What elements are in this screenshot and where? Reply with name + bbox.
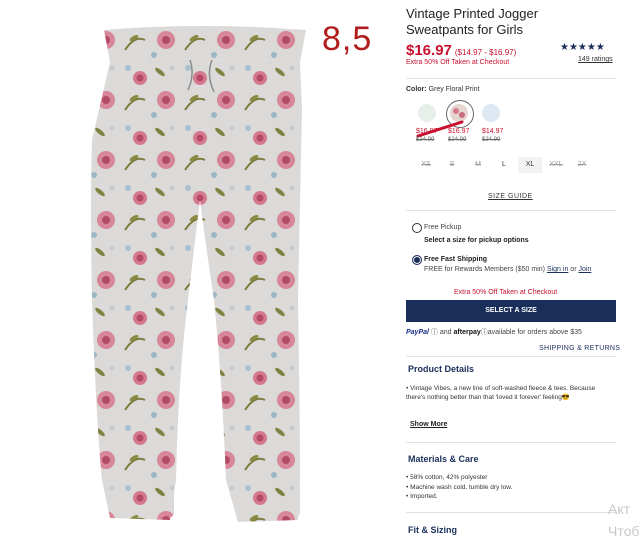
details-bullet: • Vintage Vibes, a new line of soft-wash… (406, 384, 606, 402)
size-selector: XS S M L XL XXL 2X (414, 157, 594, 173)
size-s[interactable]: S (440, 157, 464, 173)
payment-options: PayPal ⓘ and afterpayⓘavailable for orde… (406, 327, 582, 337)
divider (406, 442, 616, 443)
materials-item: • Imported. (406, 493, 438, 500)
info-icon[interactable]: ⓘ (481, 329, 488, 336)
swatch-2-old-price: $24.99 (448, 137, 467, 143)
divider (406, 512, 616, 513)
shipping-returns-link[interactable]: SHIPPING & RETURNS (539, 345, 620, 352)
info-icon[interactable]: ⓘ (431, 329, 438, 336)
rewards-text: FREE for Rewards Members ($50 min) (424, 266, 545, 273)
paypal-logo: PayPal (406, 329, 429, 336)
watermark-line-1: Акт (608, 501, 631, 517)
price-row: $16.97 ($14.97 - $16.97) (406, 42, 516, 60)
overlay-number: 8,5 (322, 20, 373, 58)
fast-shipping-radio[interactable] (412, 255, 422, 265)
size-xl[interactable]: XL (518, 157, 542, 173)
payment-available-text: available for orders above $35 (487, 329, 582, 336)
price-range: ($14.97 - $16.97) (454, 48, 517, 57)
swatch-2-price: $16.97 (448, 128, 470, 135)
title-line-1: Vintage Printed Jogger (406, 6, 539, 21)
size-2x[interactable]: 2X (570, 157, 594, 173)
pickup-radio[interactable] (412, 223, 422, 233)
size-m[interactable]: M (466, 157, 490, 173)
fit-sizing-heading[interactable]: Fit & Sizing (408, 525, 457, 535)
or-text: or (570, 266, 577, 273)
fast-shipping-label: Free Fast Shipping (424, 256, 488, 263)
product-image[interactable]: 8,5 (0, 0, 398, 542)
pickup-label: Free Pickup (424, 224, 462, 231)
watermark-line-2: Чтоб (608, 523, 640, 539)
materials-item-3: Imported. (410, 493, 438, 500)
promo-text: Extra 50% Off Taken at Checkout (406, 59, 510, 66)
pickup-subtext: Select a size for pickup options (424, 237, 529, 244)
materials-item-1: 58% cotton, 42% polyester (410, 474, 488, 481)
materials-item: • 58% cotton, 42% polyester (406, 474, 488, 481)
join-link[interactable]: Join (578, 266, 591, 273)
color-label: Color: Grey Floral Print (406, 86, 480, 93)
swatch-3-price: $14.97 (482, 128, 504, 135)
swatch-1-old-price: $24.99 (416, 137, 435, 143)
sunglasses-emoji-icon: 😎 (561, 394, 570, 401)
ratings-link[interactable]: 149 ratings (578, 56, 613, 63)
product-title: Vintage Printed Jogger Sweatpants for Gi… (406, 6, 576, 38)
size-guide-link[interactable]: SIZE GUIDE (488, 193, 533, 200)
title-line-2: Sweatpants for Girls (406, 22, 524, 37)
swatch-1-price: $16.97 (416, 128, 438, 135)
divider (406, 356, 616, 357)
activation-watermark: Акт Чтоб (608, 498, 639, 542)
materials-item-2: Machine wash cold, tumble dry low. (410, 484, 513, 491)
sign-in-link[interactable]: Sign in (547, 266, 568, 273)
materials-heading[interactable]: Materials & Care (408, 454, 479, 464)
materials-item: • Machine wash cold, tumble dry low. (406, 484, 513, 491)
color-label-value: Grey Floral Print (428, 86, 480, 93)
size-l[interactable]: L (492, 157, 516, 173)
swatch-3[interactable] (482, 104, 500, 122)
show-more-link[interactable]: Show More (410, 421, 447, 428)
size-xs[interactable]: XS (414, 157, 438, 173)
product-details-heading[interactable]: Product Details (408, 364, 474, 374)
star-rating[interactable]: ★★★★★ (560, 42, 605, 53)
sale-price: $16.97 (406, 42, 452, 59)
size-xxl[interactable]: XXL (544, 157, 568, 173)
swatch-3-old-price: $24.99 (482, 137, 501, 143)
select-size-button[interactable]: SELECT A SIZE (406, 300, 616, 322)
and-text: and (439, 329, 452, 336)
afterpay-logo: afterpay (453, 329, 481, 336)
jogger-pants-illustration (91, 26, 306, 522)
divider (406, 78, 616, 79)
product-info-panel: Vintage Printed Jogger Sweatpants for Gi… (406, 0, 640, 542)
fast-shipping-subtext: FREE for Rewards Members ($50 min) Sign … (424, 266, 591, 273)
color-label-key: Color: (406, 86, 427, 93)
checkout-promo: Extra 50% Off Taken at Checkout (454, 289, 558, 296)
divider (406, 210, 616, 211)
